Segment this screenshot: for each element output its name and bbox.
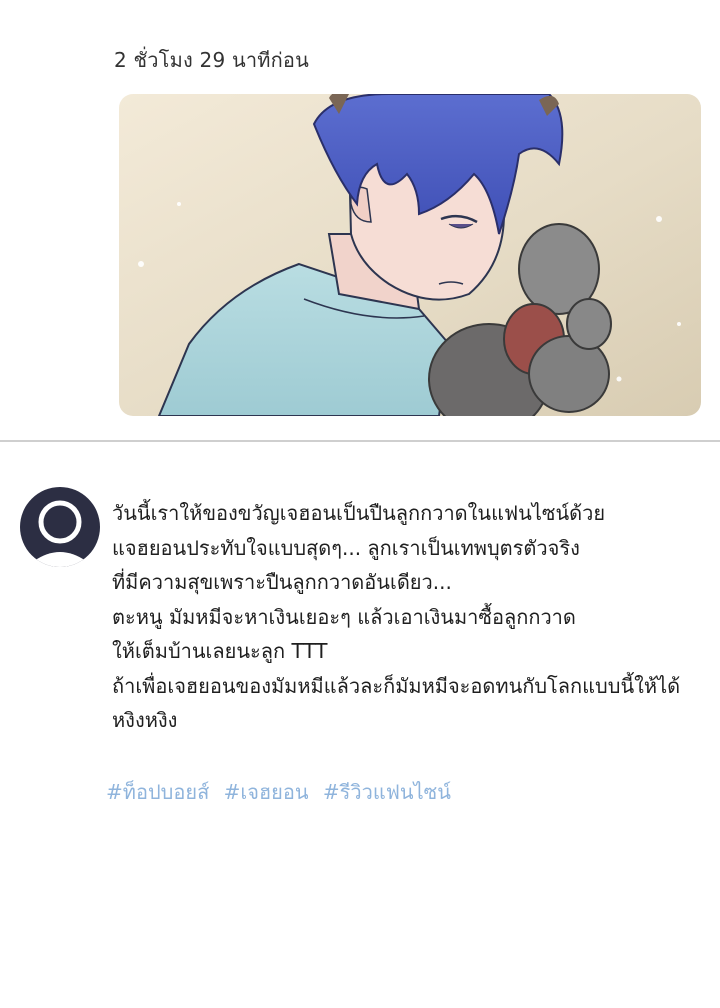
hashtag-link[interactable]: #รีวิวแฟนไซน์: [323, 780, 451, 804]
user-silhouette-icon: [34, 500, 86, 567]
comment-line: หงิงหงิง: [112, 708, 178, 732]
user-avatar-icon[interactable]: [20, 487, 100, 567]
comment-line: ที่มีความสุขเพราะปืนลูกกวาดอันเดียว...: [112, 570, 452, 594]
comment-line: ตะหนู มัมหมีจะหาเงินเยอะๆ แล้วเอาเงินมาซ…: [112, 604, 576, 629]
comment-line: แจฮยอนประทับใจแบบสุดๆ... ลูกเราเป็นเทพบุ…: [112, 535, 580, 560]
comment-line: ถ้าเพื่อเจฮยอนของมัมหมีแล้วละก็มัมหมีจะอ…: [112, 673, 681, 698]
comment-line: วันนี้เราให้ของขวัญเจฮอนเป็นปืนลูกกวาดใน…: [112, 501, 606, 525]
comment-line: ให้เต็มบ้านเลยนะลูก TTT: [112, 639, 328, 663]
post-image[interactable]: [119, 94, 701, 416]
section-divider: [0, 440, 720, 442]
comment-text: วันนี้เราให้ของขวัญเจฮอนเป็นปืนลูกกวาดใน…: [112, 496, 712, 738]
post-timestamp: 2 ชั่วโมง 29 นาทีก่อน: [114, 48, 310, 72]
illustration-icon: [119, 94, 701, 416]
hashtag-list: #ท็อปบอยส์ #เจฮยอน #รีวิวแฟนไซน์: [106, 776, 459, 808]
hashtag-link[interactable]: #เจฮยอน: [224, 780, 309, 804]
hashtag-link[interactable]: #ท็อปบอยส์: [106, 780, 209, 804]
post-screen: 2 ชั่วโมง 29 นาทีก่อน วันนี้เราให้ของขวั…: [0, 0, 720, 1008]
